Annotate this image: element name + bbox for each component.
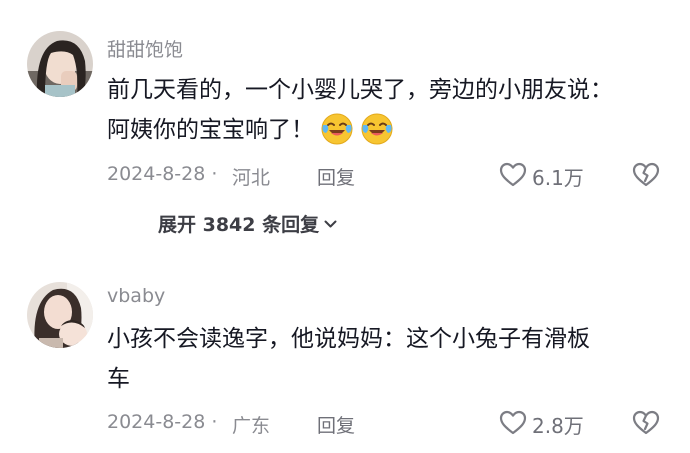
comment-meta: 2024-8-28 · 河北 回复 6.1万 [107, 158, 690, 192]
heart-outline-icon[interactable] [499, 161, 527, 189]
comment-date: 2024-8-28 · [107, 163, 218, 185]
heart-outline-icon[interactable] [499, 409, 527, 437]
like-count: 2.8万 [532, 414, 584, 438]
comment-text-line: 阿姨你的宝宝响了！ [107, 110, 667, 150]
broken-heart-icon[interactable] [632, 409, 660, 437]
comment-text-line: 前几天看的，一个小婴儿哭了，旁边的小朋友说： [107, 77, 613, 103]
username[interactable]: vbaby [107, 285, 165, 307]
comment-item: vbaby 小孩不会读逸字，他说妈妈：这个小兔子有滑板 车 2024-8-28 … [0, 270, 690, 453]
reply-button[interactable]: 回复 [317, 163, 355, 190]
username[interactable]: 甜甜饱饱 [107, 35, 183, 62]
like-count: 6.1万 [532, 166, 584, 190]
comment-text: 前几天看的，一个小婴儿哭了，旁边的小朋友说： 阿姨你的宝宝响了！ [107, 70, 667, 150]
expand-replies-label: 展开 3842 条回复 [158, 214, 320, 236]
chevron-down-icon [324, 212, 337, 234]
crying-laughing-emoji-icon [320, 112, 354, 146]
avatar[interactable] [27, 282, 93, 348]
avatar[interactable] [27, 31, 93, 97]
comment-text-line: 车 [107, 366, 130, 392]
comment-location: 广东 [232, 415, 271, 437]
comment-text: 小孩不会读逸字，他说妈妈：这个小兔子有滑板 车 [107, 319, 667, 399]
expand-replies-button[interactable]: 展开 3842 条回复 [158, 210, 337, 237]
reply-button[interactable]: 回复 [317, 411, 355, 438]
comment-text-line: 小孩不会读逸字，他说妈妈：这个小兔子有滑板 [107, 326, 590, 352]
comment-meta: 2024-8-28 · 广东 回复 2.8万 [107, 406, 690, 440]
comment-item: 甜甜饱饱 前几天看的，一个小婴儿哭了，旁边的小朋友说： 阿姨你的宝宝响了！ 20… [0, 0, 690, 265]
comment-text-segment: 阿姨你的宝宝响了！ [107, 117, 314, 143]
comment-date: 2024-8-28 · [107, 411, 218, 433]
broken-heart-icon[interactable] [632, 161, 660, 189]
comment-location: 河北 [232, 167, 271, 189]
crying-laughing-emoji-icon [360, 112, 394, 146]
